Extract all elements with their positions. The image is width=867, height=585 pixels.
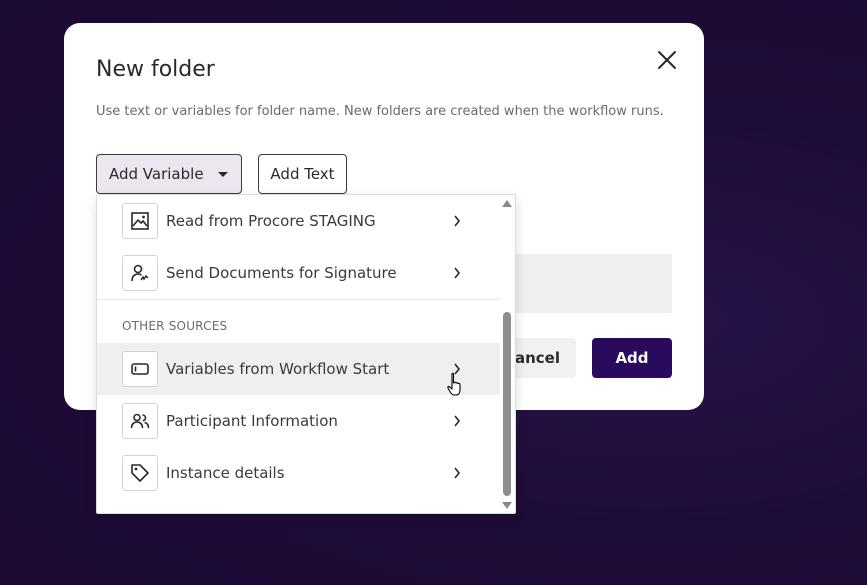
menu-item-label: Participant Information — [166, 412, 338, 430]
dialog-description: Use text or variables for folder name. N… — [96, 104, 664, 119]
menu-divider — [97, 299, 500, 300]
scrollbar-thumb[interactable] — [503, 312, 511, 496]
scroll-up-arrow-icon[interactable] — [502, 200, 512, 207]
add-text-button[interactable]: Add Text — [258, 154, 347, 194]
input-box-icon — [122, 351, 158, 387]
menu-item-instance-details[interactable]: Instance details — [97, 447, 500, 499]
chevron-right-icon — [451, 266, 463, 280]
add-variable-label: Add Variable — [109, 165, 204, 183]
menu-item-label: Variables from Workflow Start — [166, 360, 390, 378]
add-button[interactable]: Add — [592, 338, 672, 378]
close-icon — [658, 51, 676, 69]
menu-item-label: Read from Procore STAGING — [166, 212, 376, 230]
menu-item-participant-information[interactable]: Participant Information — [97, 395, 500, 447]
menu-item-read-from-procore-staging[interactable]: Read from Procore STAGING — [97, 195, 500, 247]
chevron-right-icon — [451, 214, 463, 228]
people-icon — [122, 403, 158, 439]
caret-down-icon — [217, 171, 228, 177]
menu-item-send-documents-for-signature[interactable]: Send Documents for Signature — [97, 247, 500, 299]
close-button[interactable] — [654, 47, 680, 73]
person-signature-icon — [122, 255, 158, 291]
chevron-right-icon — [451, 466, 463, 480]
add-variable-button[interactable]: Add Variable — [96, 154, 242, 194]
dialog-title: New folder — [96, 57, 215, 82]
chevron-right-icon — [451, 414, 463, 428]
menu-item-variables-from-workflow-start[interactable]: Variables from Workflow Start — [97, 343, 500, 395]
hand-pointer-cursor-icon — [447, 372, 461, 396]
scroll-down-arrow-icon[interactable] — [502, 502, 512, 509]
image-icon — [122, 203, 158, 239]
section-header-other-sources: OTHER SOURCES — [122, 319, 228, 333]
variable-dropdown-menu: Read from Procore STAGING Send Documents… — [96, 194, 516, 514]
tag-icon — [122, 455, 158, 491]
menu-item-label: Instance details — [166, 464, 285, 482]
menu-item-label: Send Documents for Signature — [166, 264, 397, 282]
